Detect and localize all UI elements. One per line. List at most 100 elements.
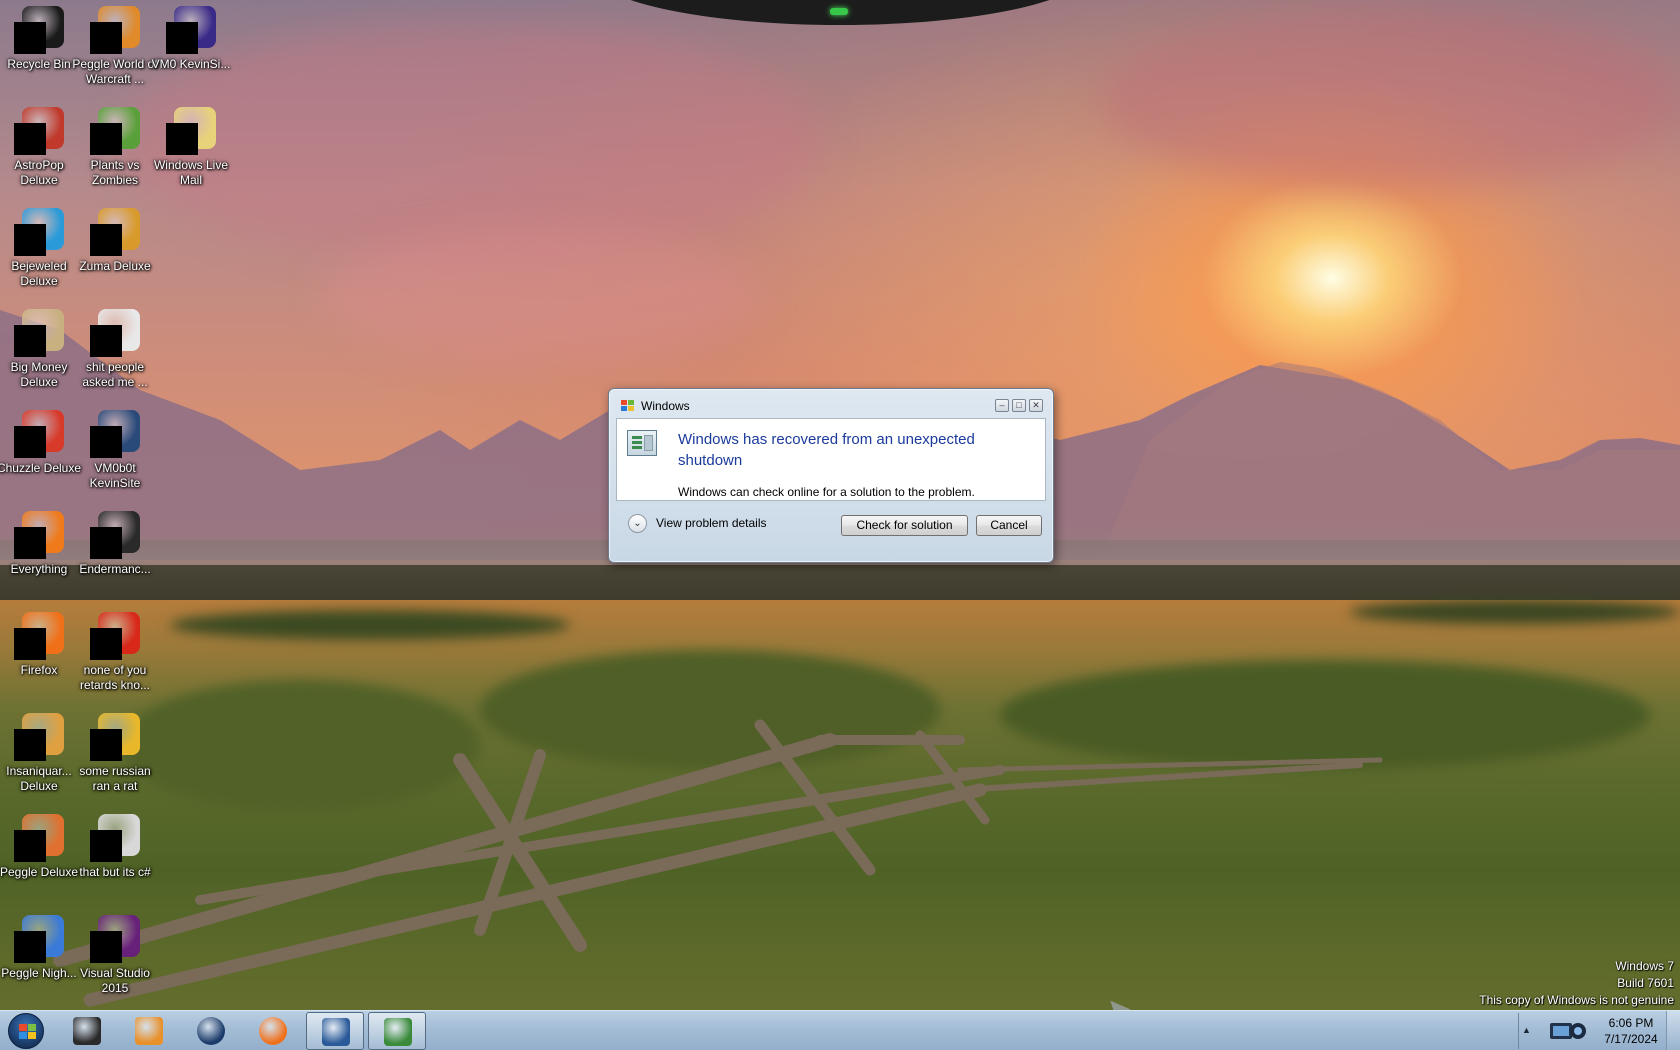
chevron-down-icon[interactable]: ⌄ — [628, 514, 647, 533]
desktop-icon-shit-people-asked-me[interactable]: shit people asked me ... — [76, 303, 154, 395]
content-text: Windows can check online for a solution … — [678, 485, 975, 499]
windows-watermark: Windows 7 Build 7601 This copy of Window… — [1479, 958, 1674, 1009]
minimize-button[interactable]: – — [995, 399, 1009, 412]
dialog-content-area: Windows has recovered from an unexpected… — [616, 418, 1046, 501]
clock[interactable]: 6:06 PM 7/17/2024 — [1598, 1015, 1664, 1047]
endermanch-icon — [90, 511, 140, 559]
desktop-icon-some-russian-ran-a-rat[interactable]: some russian ran a rat — [76, 707, 154, 799]
big-money-deluxe-icon — [14, 309, 64, 357]
desktop-icon-label: Recycle Bin — [7, 57, 71, 71]
cancel-button[interactable]: Cancel — [976, 515, 1042, 536]
desktop-icon-visual-studio-2015[interactable]: Visual Studio 2015 — [76, 909, 154, 1001]
desktop-icon-plants-vs-zombies[interactable]: Plants vs Zombies — [76, 101, 154, 193]
desktop-icon-chuzzle-deluxe[interactable]: Chuzzle Deluxe — [0, 404, 81, 496]
desktop-icon-label: shit people asked me ... — [82, 360, 148, 389]
desktop-icon-label: Chuzzle Deluxe — [0, 461, 82, 475]
close-button[interactable]: ✕ — [1029, 399, 1043, 412]
desktop-icon-everything[interactable]: Everything — [0, 505, 78, 597]
redaction-box — [14, 830, 46, 862]
desktop-icon-label: Everything — [10, 562, 68, 576]
shit-people-asked-me-icon — [90, 309, 140, 357]
desktop-icon-vm0-kevinsite[interactable]: VM0 KevinSi... — [152, 0, 230, 92]
taskbar-firefox[interactable] — [244, 1012, 302, 1050]
flag-red — [19, 1024, 27, 1031]
flag-green — [28, 1024, 36, 1031]
desktop-icon-zuma-deluxe[interactable]: Zuma Deluxe — [76, 202, 154, 294]
everything-icon — [14, 511, 64, 559]
redaction-box — [14, 527, 46, 559]
bejeweled-deluxe-icon — [14, 208, 64, 256]
desktop-icon-label: that but its c# — [79, 865, 151, 879]
redaction-box — [90, 527, 122, 559]
desktop-icon-recycle-bin[interactable]: Recycle Bin — [0, 0, 78, 92]
redaction-box — [14, 123, 46, 155]
desktop-icon-big-money-deluxe[interactable]: Big Money Deluxe — [0, 303, 78, 395]
plants-vs-zombies-icon — [90, 107, 140, 155]
desktop-icon-label: Bejeweled Deluxe — [11, 259, 67, 288]
desktop-icon-label: Zuma Deluxe — [79, 259, 151, 273]
watermark-genuine: This copy of Windows is not genuine — [1479, 993, 1674, 1007]
maximize-button[interactable]: □ — [1012, 399, 1026, 412]
desktop-icon-peggle-world-of-warcraft[interactable]: Peggle World of Warcraft ... — [72, 0, 158, 92]
checklist-icon — [384, 1018, 412, 1046]
dialog-footer: ⌄ View problem details Check for solutio… — [616, 504, 1046, 554]
desktop-icon-insaniquarium-deluxe[interactable]: Insaniquar... Deluxe — [0, 707, 78, 799]
desktop-icon-bejeweled-deluxe[interactable]: Bejeweled Deluxe — [0, 202, 78, 294]
desktop-icon-vm0b0t-kevinsite[interactable]: VM0b0t KevinSite — [76, 404, 154, 496]
icon-panel — [644, 435, 653, 451]
desktop-icon-label: VM0 KevinSi... — [151, 57, 231, 71]
redaction-box — [14, 729, 46, 761]
desktop-icon-none-of-you-retards-know[interactable]: none of you retards kno... — [76, 606, 154, 698]
taskbar-app-3[interactable] — [182, 1012, 240, 1050]
windows-flag-icon — [621, 400, 634, 411]
taskbar-media-player[interactable] — [120, 1012, 178, 1050]
desktop-icon-windows-live-mail[interactable]: Windows Live Mail — [152, 101, 230, 193]
remote-desktop-icon — [322, 1018, 350, 1046]
taskbar-app-1[interactable] — [58, 1012, 116, 1050]
redaction-box — [90, 224, 122, 256]
peggle-deluxe-icon — [14, 814, 64, 862]
check-for-solution-button[interactable]: Check for solution — [841, 515, 968, 536]
desktop-icon-label: Peggle Deluxe — [0, 865, 79, 879]
that-but-its-csharp-icon — [90, 814, 140, 862]
astropop-deluxe-icon — [14, 107, 64, 155]
desktop-icon-label: AstroPop Deluxe — [14, 158, 64, 187]
recycle-bin-icon — [14, 6, 64, 54]
start-button[interactable] — [6, 1013, 46, 1049]
desktop-icon-firefox[interactable]: Firefox — [0, 606, 78, 698]
redaction-box — [90, 426, 122, 458]
desktop-icon-astropop-deluxe[interactable]: AstroPop Deluxe — [0, 101, 78, 193]
desktop-icon-label: some russian ran a rat — [79, 764, 151, 793]
some-russian-ran-a-rat-icon — [90, 713, 140, 761]
insaniquarium-deluxe-icon — [14, 713, 64, 761]
desktop-icon-peggle-nights[interactable]: Peggle Nigh... — [0, 909, 78, 1001]
dialog-title: Windows — [641, 399, 690, 413]
flag-yellow — [28, 1032, 36, 1039]
desktop-icon-peggle-deluxe[interactable]: Peggle Deluxe — [0, 808, 78, 900]
network-icon[interactable] — [1548, 1019, 1588, 1043]
redaction-box — [90, 22, 122, 54]
redaction-box — [166, 22, 198, 54]
desktop-icon-label: none of you retards kno... — [79, 663, 151, 692]
redaction-box — [90, 830, 122, 862]
show-hidden-icons-button[interactable]: ▲ — [1522, 1025, 1531, 1035]
firefox-icon — [14, 612, 64, 660]
peggle-world-of-warcraft-icon — [90, 6, 140, 54]
redaction-box — [14, 931, 46, 963]
desktop-icon-endermanch[interactable]: Endermanc... — [76, 505, 154, 597]
desktop-icon-label: Endermanc... — [79, 562, 151, 576]
icon-bar — [632, 441, 642, 444]
visual-studio-2015-icon — [90, 915, 140, 963]
taskbar: ▲ 6:06 PM 7/17/2024 — [0, 1010, 1680, 1050]
redaction-box — [90, 729, 122, 761]
show-desktop-button[interactable] — [1666, 1011, 1680, 1050]
flag-blue — [19, 1032, 27, 1039]
taskbar-remote-desktop[interactable] — [306, 1012, 364, 1050]
view-problem-details-link[interactable]: View problem details — [656, 516, 767, 530]
taskbar-windows-dialog[interactable] — [368, 1012, 426, 1050]
desktop-icon-that-but-its-csharp[interactable]: that but its c# — [76, 808, 154, 900]
redaction-box — [14, 628, 46, 660]
monitor-icon — [73, 1017, 101, 1045]
watermark-build: Build 7601 — [1617, 976, 1674, 990]
desktop-icon-label: Firefox — [20, 663, 58, 677]
